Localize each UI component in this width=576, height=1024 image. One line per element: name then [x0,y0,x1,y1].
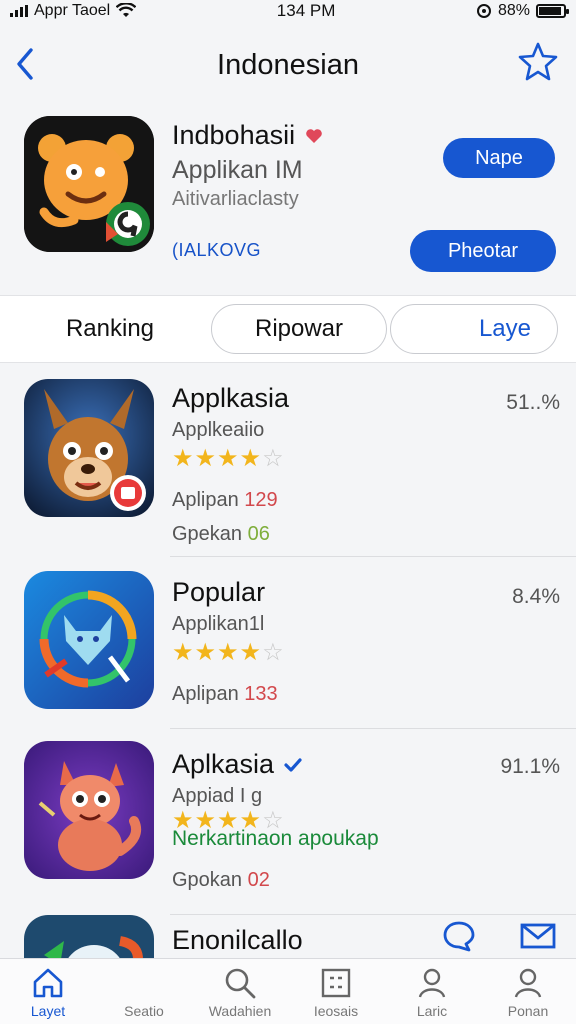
mail-icon[interactable] [520,922,556,950]
app-store-page: Appr Taoel 134 PM 88% Indonesian Indboha… [0,0,576,1024]
star-filled-icon: ★ [172,639,194,666]
app-name: Enonilcallo [172,925,303,955]
chevron-left-icon [17,48,33,80]
star-filled-icon: ★ [239,445,262,472]
percent-value: 8.4% [512,585,560,608]
app-meta: Gpekan 06 [172,523,270,545]
rating-stars: ★ ★ ★ ★ ☆ [172,641,284,665]
wifi-icon [116,3,137,17]
star-empty-icon: ☆ [262,639,284,666]
list-item[interactable]: Applkasia Applkeaiio ★ ★ ★ ★ ☆ Aplipan 129 G… [0,363,576,557]
star-filled-icon: ★ [217,639,239,666]
promo-text: Nerkartinaon apoukap [172,827,379,850]
star-filled-icon: ★ [194,639,217,666]
star-filled-icon: ★ [217,445,239,472]
verified-icon [284,757,302,772]
heart-icon [306,128,322,143]
tab-seatio[interactable]: Seatio [96,959,192,1024]
tab-laric[interactable]: Laric [384,959,480,1024]
list-item[interactable]: Popular Applikan1l ★ ★ ★ ★ ☆ Aplipan 133 8.4… [0,557,576,729]
tab-bar: Layet Seatio Wadahien Ieosais Laric Pona… [0,958,576,1024]
app-subtitle: Applikan IM [172,156,303,184]
signal-icon [10,5,28,17]
page-title: Indonesian [217,48,359,81]
tab-wadahien[interactable]: Wadahien [192,959,288,1024]
list-item[interactable]: Aplkasia Appiad I g ★ ★ ★ ★ ☆ Nerkartinaon a… [0,729,576,915]
get-button[interactable]: Nape [443,138,555,178]
app-meta: Gpokan 02 [172,869,270,891]
search-icon [225,968,256,999]
star-filled-icon: ★ [194,445,217,472]
favorite-button[interactable] [516,40,560,84]
segment-tabs: Ranking Ripowar Laye [0,295,576,363]
app-header: Indbohasii Applikan IM Aitivarliaclasty … [0,100,576,296]
app-icon [24,571,154,709]
star-filled-icon: ★ [239,639,262,666]
tab-layet[interactable]: Layet [0,959,96,1024]
tab-ranking[interactable]: Ranking [30,304,190,354]
app-developer-link[interactable]: (IALKOVG [172,240,261,261]
percent-value: 51..% [506,391,560,414]
app-icon [24,379,154,517]
battery-percent: 88% [497,2,530,19]
person-icon [418,968,446,998]
tab-ieosais[interactable]: Ieosais [288,959,384,1024]
app-name: Applkasia [172,383,290,413]
app-icon [24,741,154,879]
status-bar: Appr Taoel 134 PM 88% [0,0,576,22]
app-subtitle: Applkeaiio [172,419,265,441]
star-icon [518,42,558,81]
app-meta: Aplipan 133 [172,683,278,705]
star-empty-icon: ☆ [262,445,284,472]
preorder-button[interactable]: Pheotar [410,230,556,272]
tab-ripowar[interactable]: Ripowar [211,304,387,354]
rating-stars: ★ ★ ★ ★ ☆ [172,447,284,471]
grid-icon [321,968,351,998]
clock: 134 PM [276,1,336,20]
back-button[interactable] [10,44,40,84]
tab-laye[interactable]: Laye [390,304,558,354]
app-category: Aitivarliaclasty [172,188,299,210]
home-icon [33,968,63,998]
star-filled-icon: ★ [172,445,194,472]
location-lock-icon [476,4,491,18]
chat-icon[interactable] [442,920,476,952]
app-name: Aplkasia [172,749,302,780]
person-icon [514,968,542,998]
app-meta: Aplipan 129 [172,489,278,511]
app-subtitle: Appiad I g [172,785,263,807]
app-name: Indbohasii [172,120,323,151]
battery-icon [535,4,569,18]
app-name: Popular [172,577,266,607]
row-actions [406,918,576,958]
carrier-label: Appr Taoel [34,2,111,19]
percent-value: 91.1% [500,755,560,778]
app-icon[interactable] [24,116,154,252]
tab-ponan[interactable]: Ponan [480,959,576,1024]
navigation-bar: Indonesian [0,30,576,100]
app-subtitle: Applikan1l [172,613,265,635]
